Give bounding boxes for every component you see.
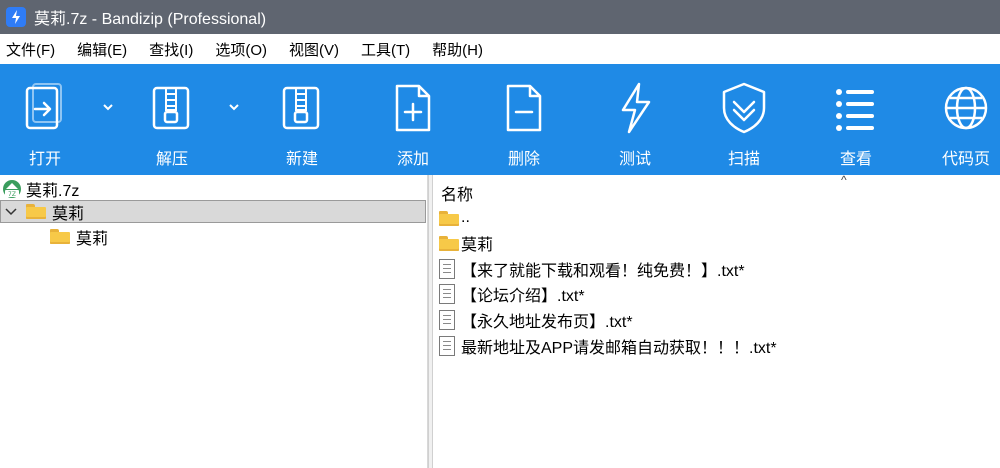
list-item-folder[interactable]: 莫莉 [439,231,493,255]
scan-label: 扫描 [727,151,760,168]
new-archive-icon [282,86,320,130]
text-file-icon [439,336,455,356]
delete-label: 删除 [507,151,540,168]
list-item-parent[interactable]: .. [439,206,470,230]
bandizip-app-icon[interactable] [6,7,26,27]
tree-archive-label: 莫莉.7z [26,182,80,200]
add-button[interactable]: 添加 [363,64,463,175]
open-label: 打开 [28,151,61,168]
menu-bar: 文件(F) 编辑(E) 查找(I) 选项(O) 视图(V) 工具(T) 帮助(H… [0,34,1000,64]
tree-folder-label: 莫莉 [52,205,85,223]
view-label: 查看 [839,151,872,168]
toolbar: 打开 解压 新建 添加 删除 测试 扫描 查看 代码页 [0,64,1000,175]
title-bar: 莫莉.7z - Bandizip (Professional) [0,0,1000,34]
extract-label: 解压 [155,151,188,168]
tree-folder-node[interactable]: 莫莉 [0,200,426,223]
folder-icon [439,235,459,251]
text-file-icon [439,310,455,330]
list-item-label: 最新地址及APP请发邮箱自动获取！！！.txt* [461,340,777,357]
list-item-file[interactable]: 最新地址及APP请发邮箱自动获取！！！.txt* [439,334,777,358]
list-item-label: 【来了就能下载和观看！纯免费！】.txt* [461,263,745,280]
view-button[interactable]: 查看 [806,64,906,175]
menu-view[interactable]: 视图(V) [289,39,339,60]
delete-file-icon [506,84,542,132]
test-icon [621,82,651,134]
menu-edit[interactable]: 编辑(E) [77,39,127,60]
menu-options[interactable]: 选项(O) [215,39,267,60]
test-label: 测试 [618,151,651,168]
list-item-label: 【永久地址发布页】.txt* [461,314,633,331]
codepage-button[interactable]: 代码页 [916,64,1000,175]
new-archive-label: 新建 [285,151,318,168]
extract-dropdown-chevron-icon[interactable] [227,100,241,114]
open-icon [25,83,62,130]
list-item-label: 莫莉 [461,237,494,254]
test-button[interactable]: 测试 [585,64,685,175]
text-file-icon [439,284,455,304]
menu-find[interactable]: 查找(I) [149,39,193,60]
add-file-icon [395,84,431,132]
extract-icon [152,86,190,130]
list-item-label: 【论坛介绍】.txt* [461,288,585,305]
tree-subfolder-label: 莫莉 [76,230,109,248]
tree-archive-node[interactable]: 7Z 莫莉.7z [2,177,79,200]
menu-tools[interactable]: 工具(T) [361,39,410,60]
add-label: 添加 [396,151,429,168]
list-item-file[interactable]: 【论坛介绍】.txt* [439,282,585,306]
svg-text:7Z: 7Z [8,191,16,198]
folder-icon [26,204,46,219]
globe-icon [944,86,988,130]
list-item-file[interactable]: 【来了就能下载和观看！纯免费！】.txt* [439,257,745,281]
text-file-icon [439,259,455,279]
list-item-file[interactable]: 【永久地址发布页】.txt* [439,308,633,332]
view-list-icon [836,89,874,131]
folder-icon [50,229,70,244]
sort-ascending-icon: ^ [841,173,847,187]
menu-file[interactable]: 文件(F) [6,39,55,60]
window-title: 莫莉.7z - Bandizip (Professional) [34,11,267,28]
folder-icon [439,210,459,226]
delete-button[interactable]: 删除 [474,64,574,175]
chevron-down-icon[interactable] [4,205,18,219]
folder-tree-pane: 7Z 莫莉.7z 莫莉 莫莉 [0,175,428,468]
list-item-label: .. [461,209,470,226]
tree-subfolder-node[interactable]: 莫莉 [50,225,108,248]
open-dropdown-chevron-icon[interactable] [101,100,115,114]
new-archive-button[interactable]: 新建 [252,64,352,175]
open-button[interactable]: 打开 [0,64,95,175]
file-list-pane: ^ 名称 .. 莫莉 【来了就能下载和观看！纯免费！】.txt* 【论坛介绍】.… [433,173,1000,468]
codepage-label: 代码页 [941,151,990,168]
menu-help[interactable]: 帮助(H) [432,39,483,60]
archive-7z-icon: 7Z [3,179,21,198]
column-header-name[interactable]: 名称 [441,181,473,205]
scan-shield-icon [722,82,766,134]
extract-button[interactable]: 解压 [122,64,222,175]
scan-button[interactable]: 扫描 [694,64,794,175]
